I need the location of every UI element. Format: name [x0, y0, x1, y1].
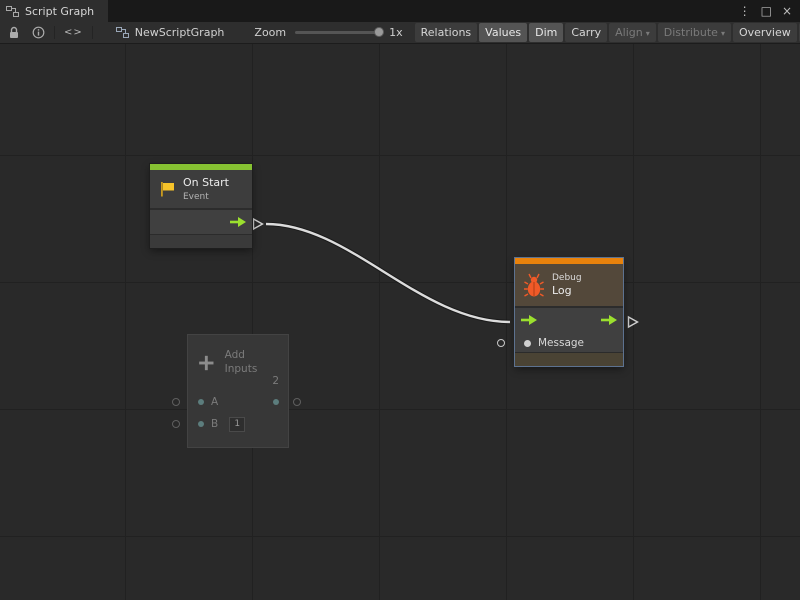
graph-asset-icon	[116, 26, 129, 39]
node-title: Log	[552, 284, 582, 297]
node-category: Debug	[552, 273, 582, 284]
port-b-dot[interactable]	[198, 421, 204, 427]
titlebar: Script Graph ⋮ □ ×	[0, 0, 800, 22]
node-title: On Start	[183, 176, 229, 189]
ghost-output-port-marker[interactable]	[293, 398, 301, 406]
ghost-input-count: 2	[272, 375, 279, 387]
flow-output-port[interactable]	[600, 314, 618, 326]
tab-title: Script Graph	[25, 5, 94, 18]
graph-name-label: NewScriptGraph	[135, 26, 225, 39]
port-a-dot[interactable]	[198, 399, 204, 405]
ghost-port-a-marker[interactable]	[172, 398, 180, 406]
port-b-label: B	[211, 418, 218, 430]
flow-output-port[interactable]	[229, 216, 247, 228]
node-header: Debug Log	[515, 264, 623, 306]
ghost-node-header: Add Inputs 2	[188, 335, 288, 391]
carry-button[interactable]: Carry	[565, 23, 607, 42]
debug-log-node[interactable]: Debug Log Message	[515, 258, 623, 366]
maximize-icon[interactable]: □	[761, 5, 772, 17]
bug-icon	[523, 272, 545, 298]
info-icon[interactable]	[32, 26, 45, 39]
message-port-row: Message	[515, 332, 623, 354]
ghost-port-row-b: B 1	[188, 413, 288, 435]
script-graph-icon	[6, 5, 19, 18]
ghost-title-word1: Add	[225, 349, 258, 363]
port-a-label: A	[211, 396, 218, 408]
node-footer	[150, 234, 252, 248]
zoom-slider-knob[interactable]	[374, 27, 384, 37]
wire-layer	[0, 44, 800, 600]
node-footer	[515, 352, 623, 366]
plus-icon	[197, 350, 216, 376]
window-menu-icon[interactable]: ⋮	[739, 5, 751, 17]
connection-wire[interactable]	[266, 224, 510, 322]
distribute-button[interactable]: Distribute▾	[658, 23, 731, 42]
message-port-label: Message	[538, 337, 584, 349]
edit-code-icon[interactable]: <>	[64, 27, 83, 38]
toolbar-separator	[92, 26, 93, 39]
relations-button[interactable]: Relations	[415, 23, 478, 42]
tab-script-graph[interactable]: Script Graph	[0, 0, 108, 22]
toolbar-separator	[54, 26, 55, 39]
flow-port-row	[515, 308, 623, 332]
graph-canvas[interactable]: On Start Event Debug Log	[0, 44, 800, 600]
flow-continuation-port-marker[interactable]	[627, 315, 639, 329]
close-icon[interactable]: ×	[782, 5, 792, 17]
values-button[interactable]: Values	[479, 23, 527, 42]
node-body	[150, 208, 252, 234]
flag-icon	[158, 180, 176, 198]
toolbar-buttons: Relations Values Dim Carry Align▾ Distri…	[415, 23, 800, 42]
align-button[interactable]: Align▾	[609, 23, 656, 42]
flow-input-port[interactable]	[520, 314, 538, 326]
sum-output-dot[interactable]	[273, 399, 279, 405]
ghost-title-word2: Inputs	[225, 363, 258, 377]
chevron-down-icon: ▾	[646, 29, 650, 38]
dim-button[interactable]: Dim	[529, 23, 563, 42]
node-body: Message	[515, 306, 623, 352]
lock-icon[interactable]	[8, 26, 20, 39]
add-inputs-ghost-node[interactable]: Add Inputs 2 A B 1	[188, 335, 288, 447]
message-value-port[interactable]	[524, 340, 531, 347]
message-input-port-marker[interactable]	[497, 339, 505, 347]
zoom-slider[interactable]	[295, 31, 381, 34]
ghost-port-row-a: A	[188, 391, 288, 413]
ghost-port-b-marker[interactable]	[172, 420, 180, 428]
node-header: On Start Event	[150, 170, 252, 208]
on-start-event-node[interactable]: On Start Event	[150, 164, 252, 248]
window-controls: ⋮ □ ×	[739, 0, 800, 22]
zoom-label: Zoom	[254, 26, 286, 39]
node-subtitle: Event	[183, 192, 229, 202]
connection-wire-shadow	[266, 224, 510, 322]
zoom-value: 1x	[389, 26, 403, 39]
port-b-value-field[interactable]: 1	[229, 417, 245, 432]
chevron-down-icon: ▾	[721, 29, 725, 38]
graph-toolbar: <> NewScriptGraph Zoom 1x Relations Valu…	[0, 22, 800, 44]
flow-output-port-marker[interactable]	[252, 217, 264, 231]
overview-button[interactable]: Overview	[733, 23, 797, 42]
